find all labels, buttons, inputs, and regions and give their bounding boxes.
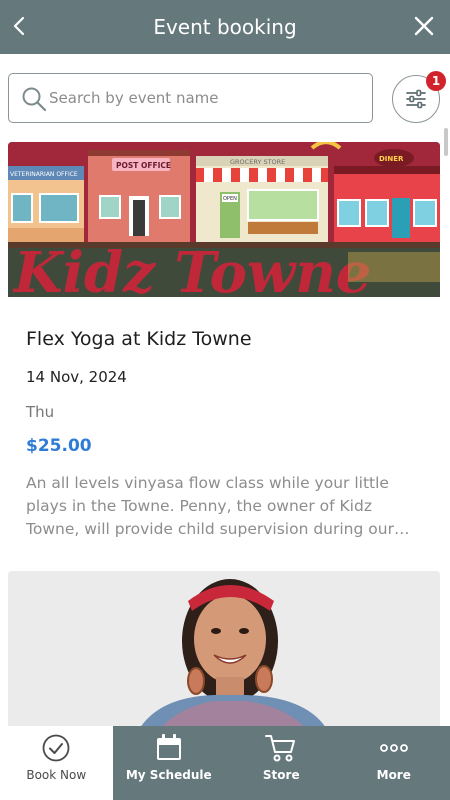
vet-sign: VETERINARIAN OFFICE — [10, 171, 78, 178]
calendar-icon — [156, 734, 181, 760]
instructor-photo — [8, 571, 440, 731]
kidz-towne-illustration: VETERINARIAN OFFICE POST OFFICE GROCERY … — [8, 142, 440, 297]
sliders-icon — [406, 89, 426, 109]
page-title: Event booking — [153, 15, 297, 39]
event-title[interactable]: Flex Yoga at Kidz Towne — [26, 328, 252, 350]
nav-more[interactable]: More — [337, 726, 450, 800]
nav-label: More — [376, 768, 411, 782]
scrollbar[interactable] — [444, 128, 448, 156]
mural-text: Kidz Towne — [12, 240, 372, 297]
nav-my-schedule[interactable]: My Schedule — [112, 726, 225, 800]
nav-book-now[interactable]: Book Now — [0, 726, 113, 800]
event-date: 14 Nov, 2024 — [26, 368, 127, 386]
search-box[interactable] — [8, 73, 373, 123]
nav-label: Book Now — [26, 768, 87, 782]
nav-label: My Schedule — [125, 768, 212, 782]
search-icon — [22, 87, 47, 112]
back-button[interactable] — [4, 8, 34, 44]
nav-label: Store — [262, 768, 300, 782]
filter-count-badge: 1 — [426, 71, 446, 91]
event-description: An all levels vinyasa flow class while y… — [26, 474, 410, 538]
close-icon — [414, 16, 434, 36]
event-image[interactable]: VETERINARIAN OFFICE POST OFFICE GROCERY … — [8, 142, 440, 297]
nav-store[interactable]: Store — [225, 726, 338, 800]
diner-sign: DINER — [379, 155, 404, 163]
more-dots-icon — [379, 744, 408, 752]
open-sign: OPEN — [223, 196, 237, 202]
close-button[interactable] — [406, 8, 442, 44]
check-circle-icon — [42, 734, 70, 762]
chevron-left-icon — [13, 16, 25, 36]
bottom-nav: Book Now My Schedule Store More — [0, 726, 450, 800]
search-input[interactable] — [49, 80, 367, 116]
post-office-sign: POST OFFICE — [116, 161, 171, 170]
cart-icon — [265, 735, 296, 762]
grocery-sign: GROCERY STORE — [230, 158, 285, 166]
event-image[interactable] — [8, 571, 440, 731]
event-day: Thu — [26, 403, 55, 421]
header-bar: Event booking — [0, 0, 450, 54]
event-price: $25.00 — [26, 436, 92, 456]
